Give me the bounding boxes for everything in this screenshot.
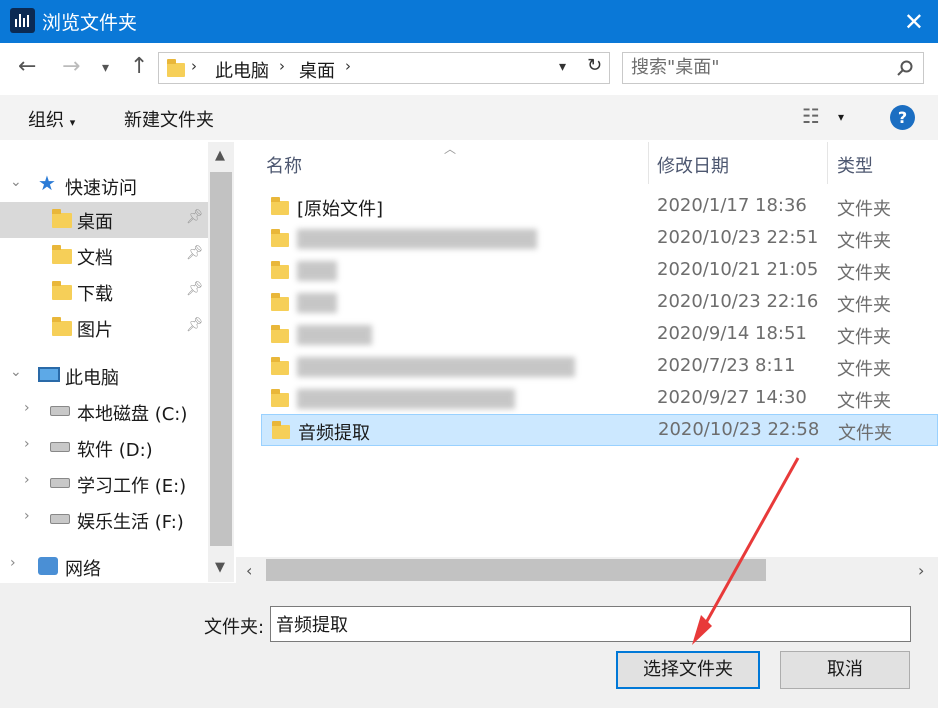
annotation-arrow xyxy=(692,457,800,645)
